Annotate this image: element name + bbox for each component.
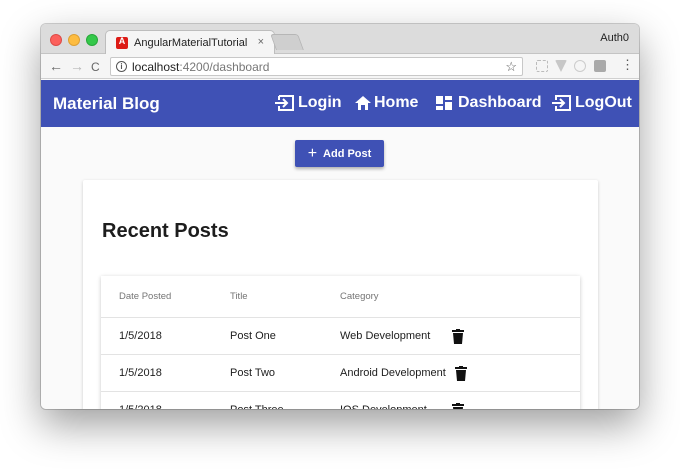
header-category[interactable]: Category (340, 276, 379, 317)
table-header-row: Date Posted Title Category (101, 276, 580, 318)
app-toolbar: Material Blog Login Home Dashboard LogOu… (41, 80, 639, 127)
extension-icon[interactable] (594, 60, 606, 72)
logout-icon (552, 95, 571, 111)
url-host: localhost (132, 59, 180, 74)
cell-date: 1/5/2018 (119, 330, 162, 342)
cell-title: Post Three (230, 392, 284, 409)
dashboard-content: + Add Post Recent Posts Date Posted Titl… (41, 127, 639, 409)
header-date-posted[interactable]: Date Posted (119, 276, 171, 317)
nav-login-link[interactable]: Login (274, 94, 342, 112)
nav-logout-link[interactable]: LogOut (551, 94, 632, 112)
profile-name[interactable]: Auth0 (600, 32, 629, 44)
maximize-window-button[interactable] (86, 34, 98, 46)
tab-title: AngularMaterialTutorial (134, 36, 248, 49)
cell-title: Post One (230, 330, 276, 342)
nav-dashboard-label: Dashboard (458, 94, 542, 111)
info-icon[interactable]: i (116, 61, 127, 72)
dashboard-icon (436, 96, 452, 110)
home-icon (355, 96, 371, 110)
tab-close-icon[interactable]: × (258, 36, 264, 48)
nav-login-label: Login (298, 94, 342, 111)
extension-icon[interactable] (536, 60, 548, 72)
browser-tab[interactable]: AngularMaterialTutorial × (105, 30, 275, 54)
reload-icon[interactable]: C (91, 59, 100, 75)
nav-dashboard-link[interactable]: Dashboard (434, 94, 542, 112)
brand-title[interactable]: Material Blog (53, 94, 160, 114)
recent-posts-card: Recent Posts Date Posted Title Category … (83, 180, 598, 409)
new-tab-button[interactable] (270, 34, 304, 50)
nav-home-link[interactable]: Home (354, 94, 418, 112)
bookmark-star-icon[interactable]: ☆ (505, 59, 517, 75)
nav-home-label: Home (374, 94, 419, 111)
cell-category: Web Development (340, 330, 431, 342)
cell-date: 1/5/2018 (119, 392, 162, 409)
browser-toolbar: ← → C i localhost:4200/dashboard ☆ ⋮ (41, 54, 639, 79)
extension-icon[interactable] (574, 60, 586, 72)
browser-window: AngularMaterialTutorial × Auth0 ← → C i … (41, 24, 639, 409)
add-post-label: Add Post (323, 147, 372, 160)
url-path: :4200/dashboard (179, 59, 270, 74)
nav-logout-label: LogOut (575, 94, 632, 111)
delete-icon[interactable] (452, 318, 464, 354)
angular-logo-icon (116, 36, 128, 49)
close-window-button[interactable] (50, 34, 62, 46)
cell-title: Post Two (230, 367, 276, 379)
extension-vue-icon[interactable] (555, 60, 567, 72)
login-icon (275, 95, 294, 111)
card-title: Recent Posts (102, 220, 229, 242)
back-arrow-icon[interactable]: ← (49, 58, 63, 74)
delete-icon[interactable] (455, 355, 467, 391)
forward-arrow-icon[interactable]: → (70, 58, 84, 74)
cell-category: Android Development (340, 367, 446, 379)
cell-category: IOS Development (340, 392, 427, 409)
cell-date: 1/5/2018 (119, 367, 162, 379)
tab-strip: AngularMaterialTutorial × Auth0 (41, 24, 639, 54)
table-row: 1/5/2018 Post One Web Development (101, 318, 580, 355)
posts-table: Date Posted Title Category 1/5/2018 Post… (101, 276, 580, 409)
plus-icon: + (307, 144, 318, 162)
table-row: 1/5/2018 Post Two Android Development (101, 355, 580, 392)
address-bar[interactable]: i localhost:4200/dashboard ☆ (110, 57, 523, 76)
minimize-window-button[interactable] (68, 34, 80, 46)
header-title[interactable]: Title (230, 276, 248, 317)
add-post-button[interactable]: + Add Post (295, 140, 384, 167)
table-row: 1/5/2018 Post Three IOS Development (101, 392, 580, 409)
delete-icon[interactable] (452, 392, 464, 409)
browser-menu-icon[interactable]: ⋮ (621, 58, 634, 72)
